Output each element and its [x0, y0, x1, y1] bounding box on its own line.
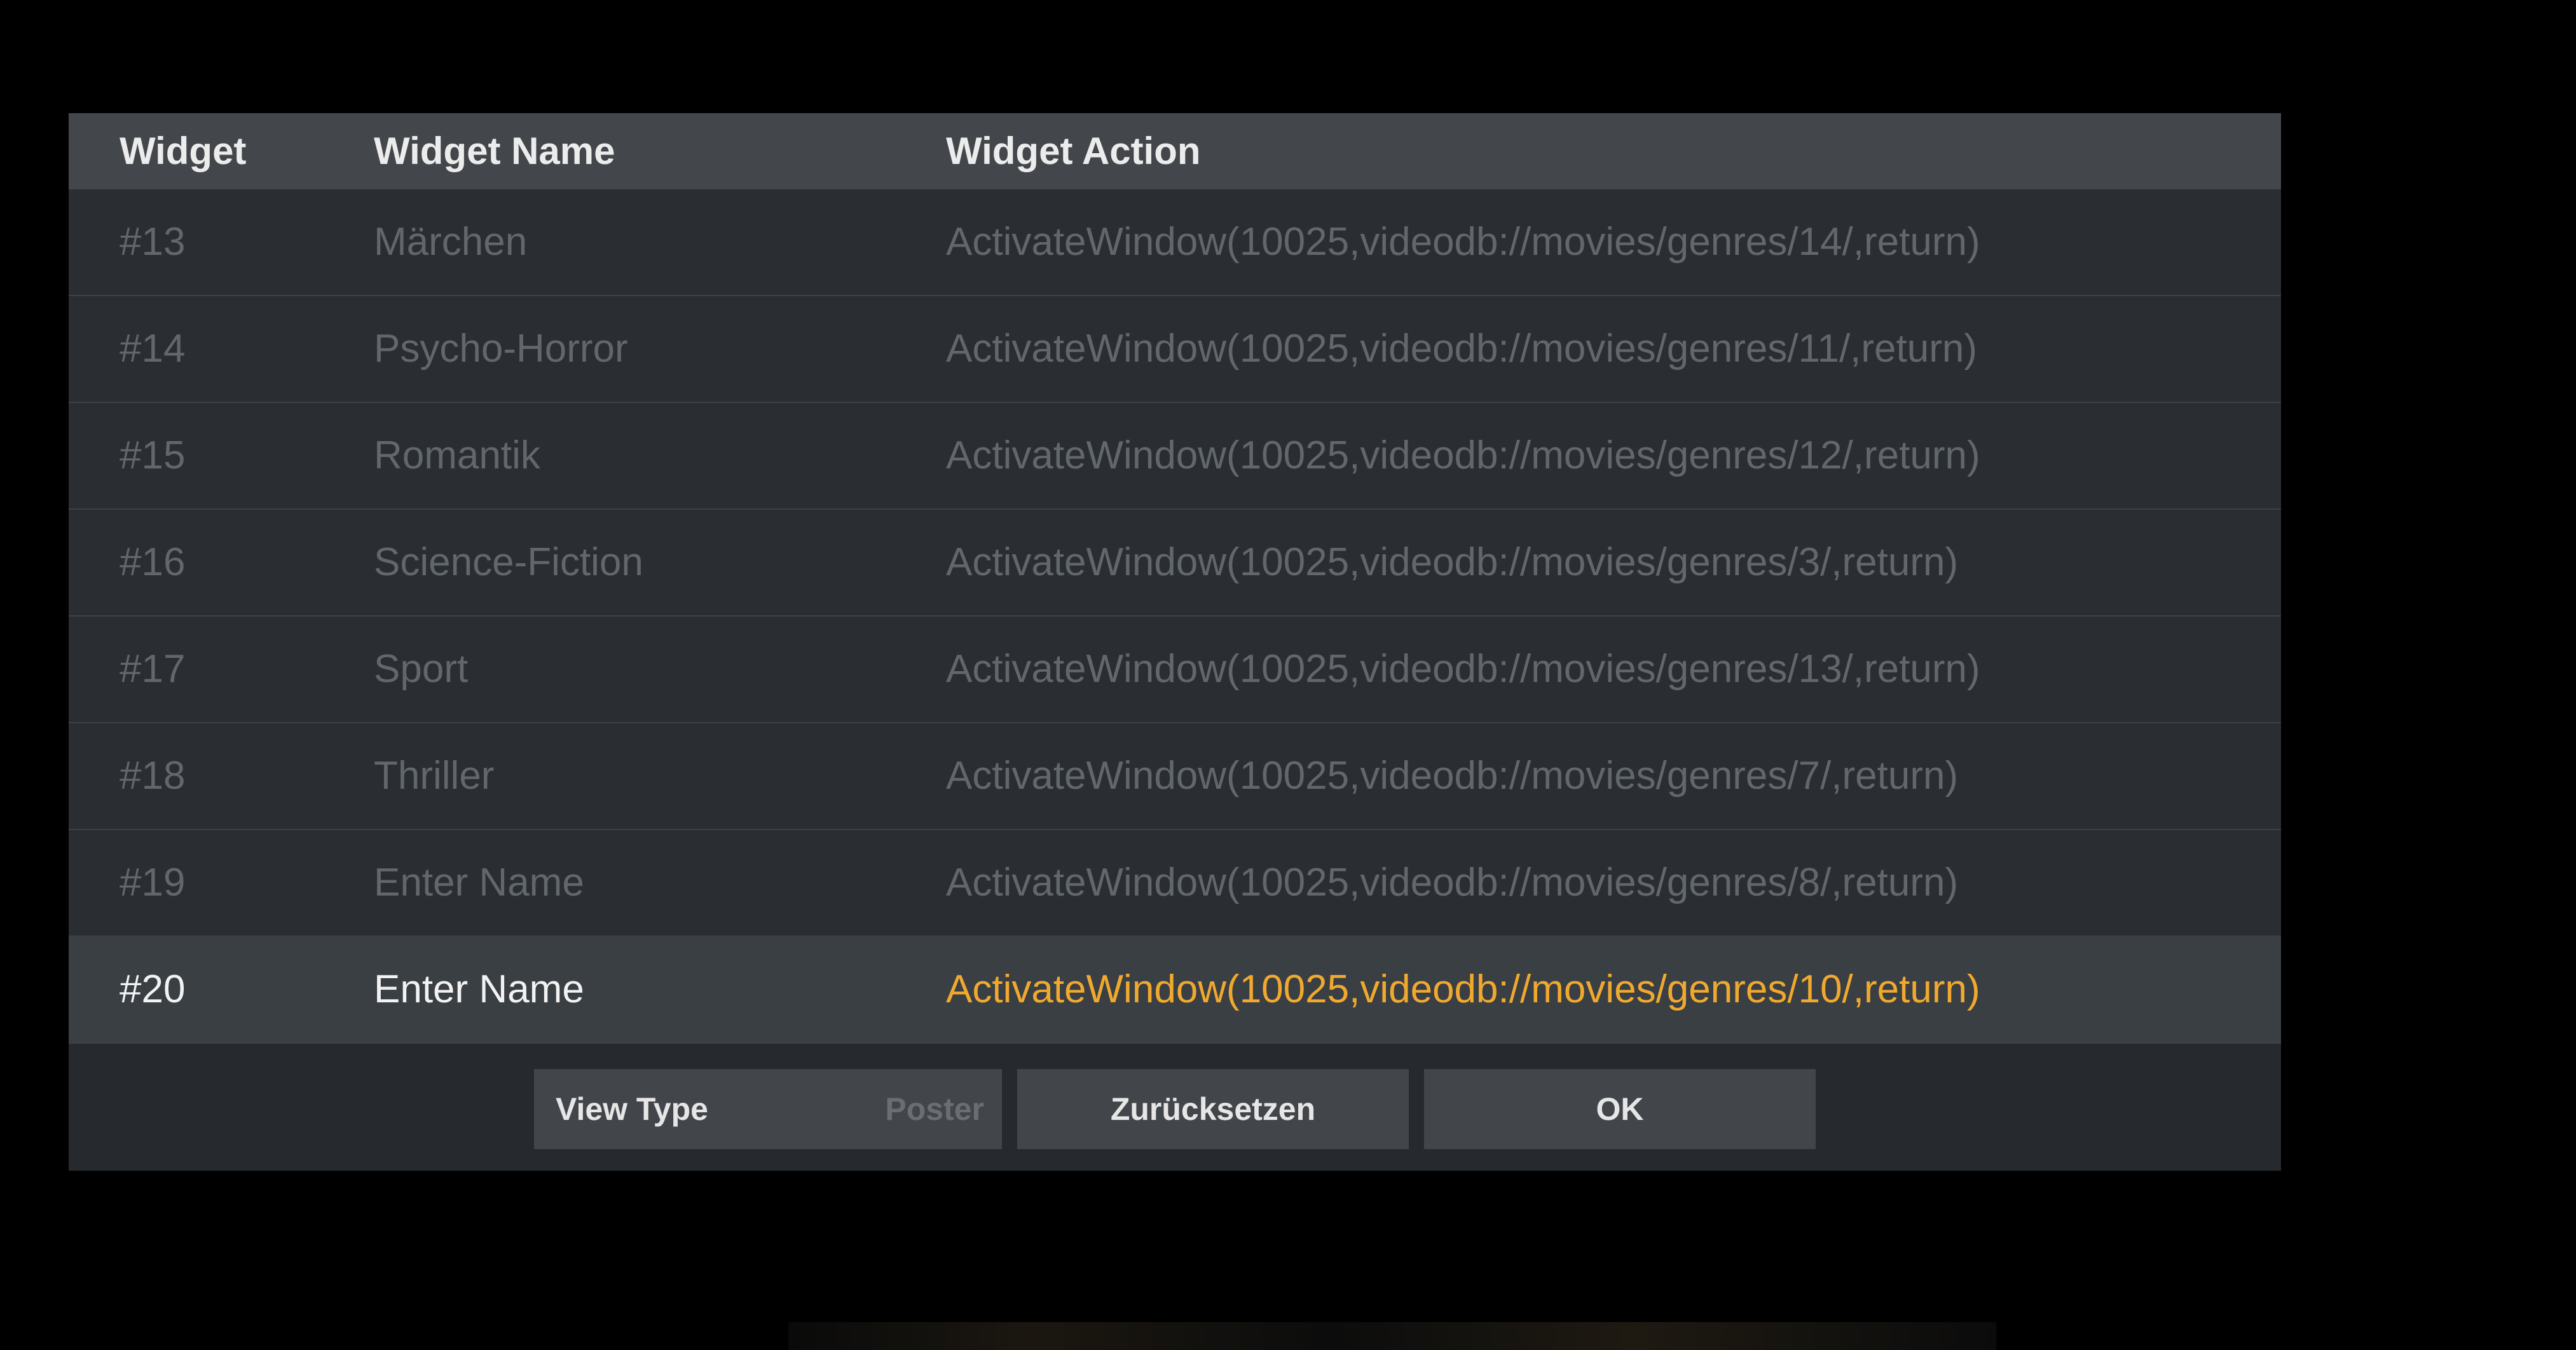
widget-number: #15	[120, 433, 186, 477]
background-thumbnails	[788, 1322, 1996, 1350]
widget-name: Enter Name	[374, 967, 584, 1011]
header-widget: Widget	[120, 130, 247, 172]
widget-name: Enter Name	[374, 861, 584, 904]
table-row[interactable]: #16 Science-Fiction ActivateWindow(10025…	[69, 510, 2281, 617]
widget-action: ActivateWindow(10025,videodb://movies/ge…	[946, 327, 1978, 371]
widget-number: #14	[120, 327, 186, 371]
widget-name: Märchen	[374, 220, 528, 264]
widget-name: Romantik	[374, 433, 540, 477]
table-row[interactable]: #18 Thriller ActivateWindow(10025,videod…	[69, 723, 2281, 830]
widget-action: ActivateWindow(10025,videodb://movies/ge…	[946, 647, 1980, 691]
header-widget-action: Widget Action	[946, 130, 1201, 172]
table-row-selected[interactable]: #20 Enter Name ActivateWindow(10025,vide…	[69, 937, 2281, 1044]
widget-action: ActivateWindow(10025,videodb://movies/ge…	[946, 540, 1959, 584]
widget-action: ActivateWindow(10025,videodb://movies/ge…	[946, 433, 1980, 477]
view-type-button[interactable]: View Type Poster	[534, 1069, 1002, 1149]
table-row[interactable]: #13 Märchen ActivateWindow(10025,videodb…	[69, 189, 2281, 296]
widget-number: #19	[120, 861, 186, 904]
ok-button[interactable]: OK	[1424, 1069, 1816, 1149]
reset-button[interactable]: Zurücksetzen	[1017, 1069, 1409, 1149]
widget-name: Science-Fiction	[374, 540, 643, 584]
table-row[interactable]: #17 Sport ActivateWindow(10025,videodb:/…	[69, 617, 2281, 723]
widget-name: Thriller	[374, 754, 495, 798]
widget-number: #20	[120, 967, 186, 1011]
widget-action: ActivateWindow(10025,videodb://movies/ge…	[946, 967, 1980, 1011]
widget-action: ActivateWindow(10025,videodb://movies/ge…	[946, 754, 1959, 798]
widget-number: #16	[120, 540, 186, 584]
widget-action: ActivateWindow(10025,videodb://movies/ge…	[946, 861, 1959, 904]
widget-name: Sport	[374, 647, 469, 691]
widget-number: #18	[120, 754, 186, 798]
widget-list: #13 Märchen ActivateWindow(10025,videodb…	[69, 189, 2281, 1044]
header-widget-name: Widget Name	[374, 130, 615, 172]
table-row[interactable]: #14 Psycho-Horror ActivateWindow(10025,v…	[69, 296, 2281, 403]
table-row[interactable]: #15 Romantik ActivateWindow(10025,videod…	[69, 403, 2281, 510]
table-header: Widget Widget Name Widget Action	[69, 113, 2281, 189]
widget-number: #13	[120, 220, 186, 264]
table-row[interactable]: #19 Enter Name ActivateWindow(10025,vide…	[69, 830, 2281, 937]
widget-name: Psycho-Horror	[374, 327, 628, 371]
widget-number: #17	[120, 647, 186, 691]
view-type-label: View Type	[556, 1091, 708, 1127]
widget-dialog: Widget Widget Name Widget Action #13 Mär…	[69, 113, 2281, 1171]
widget-action: ActivateWindow(10025,videodb://movies/ge…	[946, 220, 1980, 264]
screen: Widget Widget Name Widget Action #13 Mär…	[0, 0, 2576, 1350]
view-type-value: Poster	[885, 1091, 984, 1127]
